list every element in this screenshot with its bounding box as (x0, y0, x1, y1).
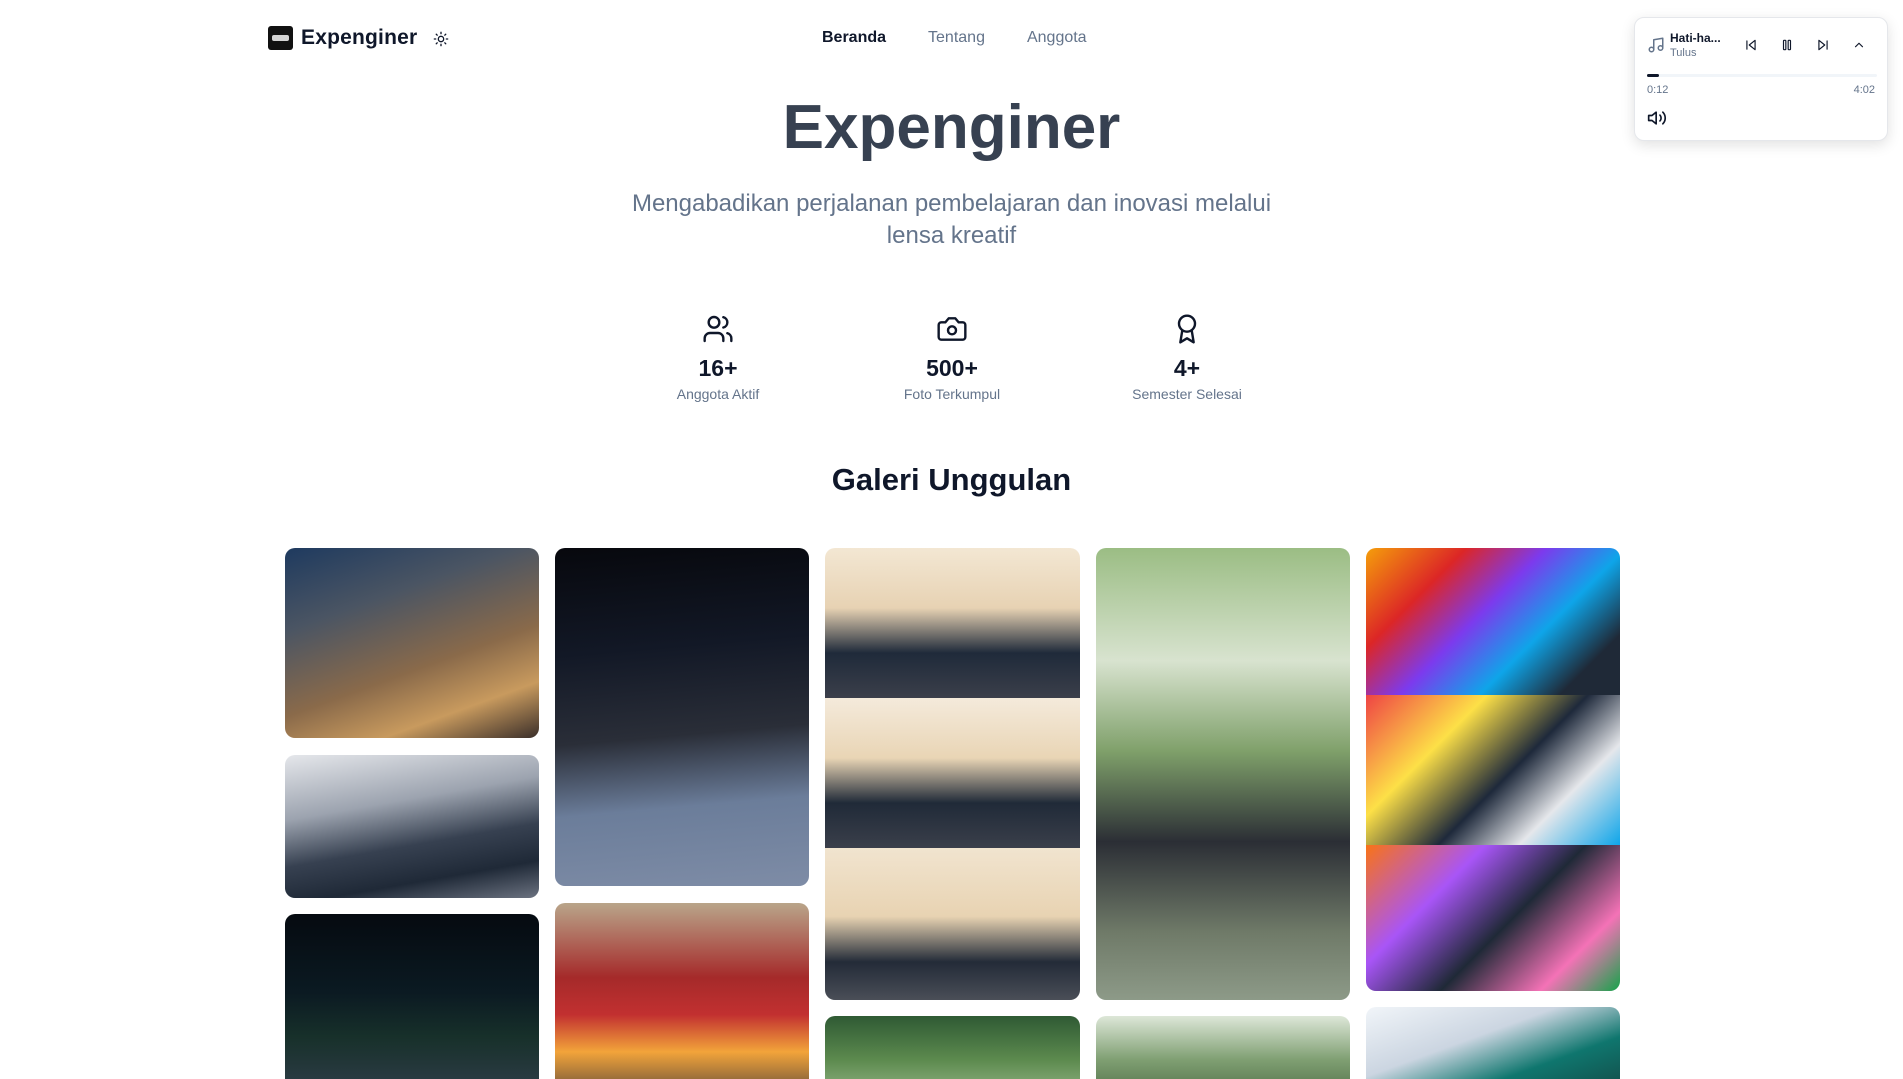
progress-bar[interactable] (1647, 74, 1877, 77)
award-icon (1177, 314, 1197, 344)
gallery-photo[interactable] (285, 548, 539, 738)
stat-photos: 500+ Foto Terkumpul (852, 313, 1052, 402)
camera-icon (937, 317, 967, 341)
stat-label: Anggota Aktif (676, 386, 760, 402)
nav-item-tentang[interactable]: Tentang (928, 29, 985, 47)
next-track-button[interactable] (1812, 34, 1834, 56)
photo-part (1366, 695, 1620, 845)
gallery-photo[interactable] (825, 548, 1080, 1000)
stat-value: 4+ (1173, 355, 1201, 381)
sun-icon (433, 31, 449, 47)
collapse-player-button[interactable] (1848, 34, 1870, 56)
progress-fill (1647, 74, 1659, 77)
hero-title: Expenginer (782, 93, 1121, 162)
gallery-photo[interactable] (1096, 548, 1350, 1000)
photo-part (1366, 845, 1620, 991)
gallery-photo[interactable] (285, 755, 539, 898)
stat-members: 16+ Anggota Aktif (618, 313, 818, 402)
photo-part (825, 548, 1080, 698)
pause-icon (1782, 39, 1792, 51)
track-artist: Tulus (1670, 47, 1697, 59)
stat-label: Semester Selesai (1132, 386, 1242, 402)
nav-item-beranda[interactable]: Beranda (822, 29, 886, 47)
gallery-photo[interactable] (555, 548, 809, 886)
theme-toggle-button[interactable] (430, 28, 452, 50)
gallery-photo[interactable] (1366, 1007, 1620, 1079)
brand[interactable]: Expenginer (268, 26, 417, 50)
users-icon (703, 315, 733, 343)
brand-name: Expenginer (301, 26, 418, 49)
gallery-photo[interactable] (1366, 548, 1620, 991)
site-header: Expenginer Beranda Tentang Anggota (0, 0, 1903, 80)
nav-item-anggota[interactable]: Anggota (1027, 29, 1087, 47)
gallery-photo[interactable] (825, 1016, 1080, 1079)
stat-value: 16+ (698, 355, 738, 381)
music-note-icon (1648, 37, 1664, 53)
photo-part (825, 848, 1080, 1000)
gallery-photo[interactable] (555, 903, 809, 1079)
main-nav: Beranda Tentang Anggota (822, 29, 1087, 47)
gallery-photo[interactable] (285, 914, 539, 1079)
skip-forward-icon (1818, 39, 1828, 51)
brand-logo (268, 26, 293, 50)
hero-subtitle: Mengabadikan perjalanan pembelajaran dan… (631, 190, 1272, 249)
chevron-up-icon (1854, 42, 1864, 48)
pause-button[interactable] (1776, 34, 1798, 56)
previous-track-button[interactable] (1740, 34, 1762, 56)
gallery-photo[interactable] (1096, 1016, 1350, 1079)
gallery-title: Galeri Unggulan (831, 462, 1072, 497)
photo-part (825, 698, 1080, 848)
photo-part (1366, 548, 1620, 695)
stat-label: Foto Terkumpul (903, 386, 1001, 402)
track-title: Hati-ha... (1670, 31, 1721, 45)
stat-value: 500+ (926, 355, 978, 381)
skip-back-icon (1746, 39, 1756, 51)
stat-semesters: 4+ Semester Selesai (1087, 313, 1287, 402)
